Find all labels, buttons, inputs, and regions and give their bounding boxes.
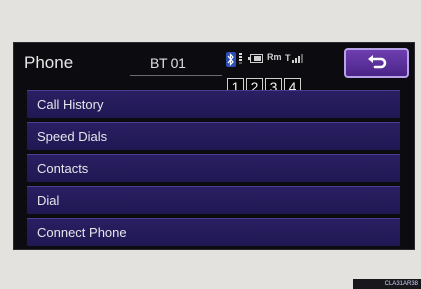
signal-label: T: [285, 53, 291, 63]
menu-item-contacts[interactable]: Contacts: [27, 154, 400, 182]
return-arrow-icon: [368, 55, 387, 69]
device-name: BT 01: [150, 55, 186, 71]
menu-item-connect-phone[interactable]: Connect Phone: [27, 218, 400, 246]
back-button[interactable]: [344, 48, 409, 78]
phone-menu: Call History Speed Dials Contacts Dial C…: [27, 90, 400, 250]
menu-item-dial[interactable]: Dial: [27, 186, 400, 214]
header-bar: Phone BT 01 Rm T 1 2 3 4: [14, 43, 414, 95]
device-name-underline: [130, 75, 222, 76]
roaming-indicator: Rm: [267, 52, 282, 62]
signal-strength-icon: T: [285, 53, 305, 63]
status-icons: Rm T: [226, 52, 338, 68]
bluetooth-icon: [226, 52, 236, 67]
figure-code: CLA31AR38: [353, 279, 421, 289]
page-title: Phone: [24, 53, 74, 72]
menu-item-call-history[interactable]: Call History: [27, 90, 400, 118]
battery-icon: [248, 54, 263, 63]
phone-screen: Phone BT 01 Rm T 1 2 3 4 Call History Sp…: [13, 42, 415, 250]
bluetooth-level-icon: [239, 53, 242, 67]
menu-item-speed-dials[interactable]: Speed Dials: [27, 122, 400, 150]
